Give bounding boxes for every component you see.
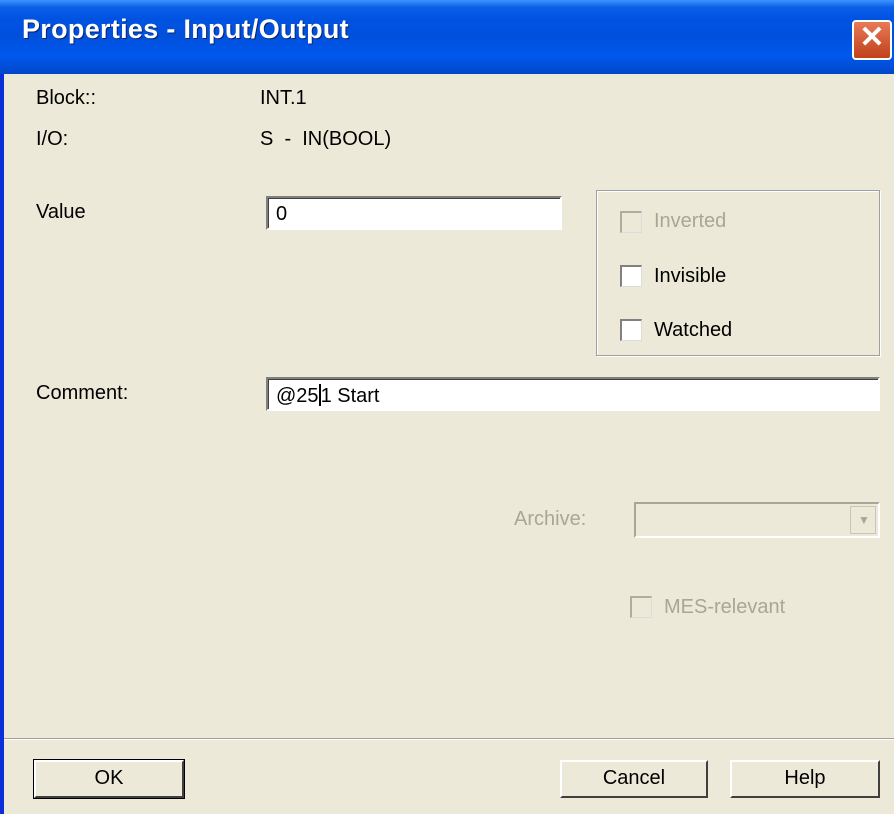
invisible-checkbox[interactable] (620, 265, 642, 287)
block-value: INT.1 (260, 87, 307, 109)
value-input[interactable]: 0 (266, 196, 562, 230)
invisible-label: Invisible (654, 265, 727, 287)
close-icon: ✕ (859, 21, 885, 54)
archive-dropdown-button[interactable]: ▼ (850, 506, 876, 534)
io-value: S - IN(BOOL) (260, 128, 392, 150)
cancel-button[interactable]: Cancel (560, 760, 708, 798)
archive-select[interactable]: ▼ (634, 502, 880, 538)
block-label: Block:: (36, 87, 97, 109)
comment-text-before-cursor: @25 (276, 385, 319, 407)
value-label: Value (36, 201, 86, 223)
button-separator (4, 738, 894, 740)
help-button[interactable]: Help (730, 760, 880, 798)
window-title: Properties - Input/Output (22, 14, 349, 44)
comment-text-after-cursor: 1 Start (320, 385, 380, 407)
inverted-checkbox[interactable] (620, 211, 642, 233)
watched-checkbox[interactable] (620, 319, 642, 341)
value-input-text: 0 (276, 203, 288, 225)
archive-label: Archive: (514, 508, 587, 530)
ok-button[interactable]: OK (33, 759, 185, 799)
properties-dialog: Properties - Input/Output ✕ Block:: INT.… (0, 0, 894, 814)
comment-label: Comment: (36, 382, 129, 404)
mes-relevant-checkbox[interactable] (630, 596, 652, 618)
mes-relevant-label: MES-relevant (664, 596, 786, 618)
io-label: I/O: (36, 128, 69, 150)
close-button[interactable]: ✕ (852, 20, 892, 60)
inverted-label: Inverted (654, 210, 727, 232)
watched-label: Watched (654, 319, 733, 341)
chevron-down-icon: ▼ (858, 513, 870, 527)
comment-input[interactable]: @25 1 Start (266, 377, 880, 411)
title-bar[interactable]: Properties - Input/Output ✕ (0, 0, 894, 74)
